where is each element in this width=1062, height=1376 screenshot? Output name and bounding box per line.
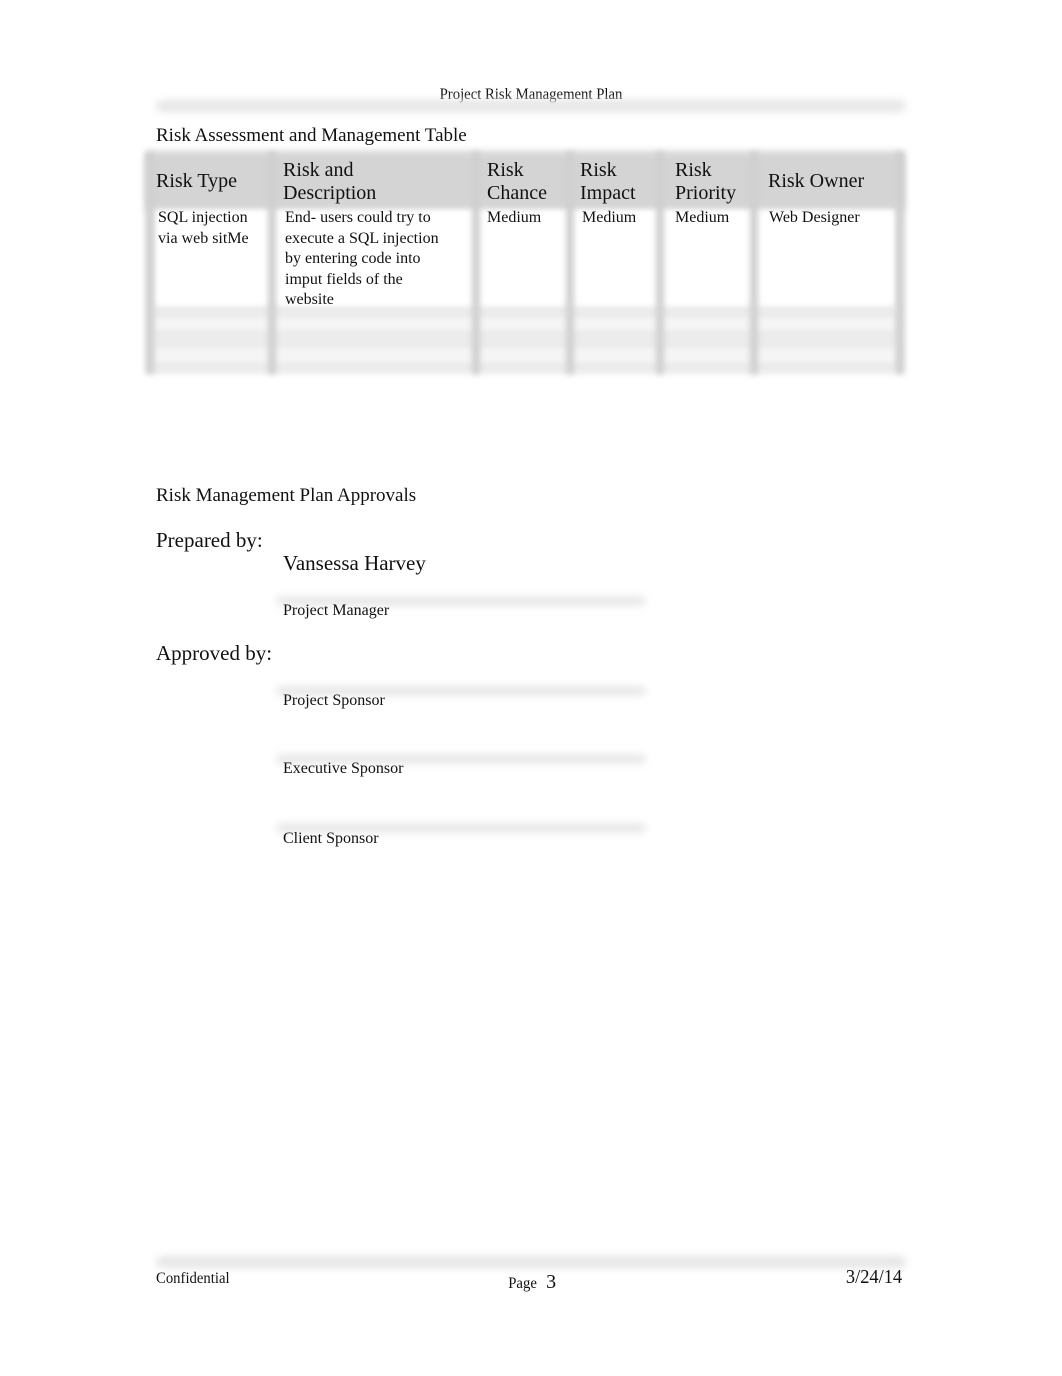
table-grid-line	[472, 152, 480, 374]
cell-owner: Web Designer	[769, 209, 860, 226]
column-header-risk-priority: Risk Priority	[675, 159, 736, 205]
header-text: Risk Owner	[768, 170, 865, 192]
approvals-title: Risk Management Plan Approvals	[156, 485, 417, 506]
signatory-role: Project Sponsor	[283, 692, 385, 709]
header-text: Risk	[487, 159, 524, 181]
cell-priority: Medium	[675, 209, 730, 226]
column-header-risk-impact: Risk Impact	[580, 159, 636, 205]
column-header-risk-owner: Risk Owner	[768, 170, 864, 193]
signatory-role: Client Sponsor	[283, 830, 379, 847]
table-grid-line	[656, 152, 664, 374]
cell-chance: Medium	[487, 209, 542, 226]
cell-text: website	[285, 291, 334, 308]
table-empty-row-bg	[154, 318, 896, 330]
table-grid-line	[566, 152, 574, 374]
risk-table-title: Risk Assessment and Management Table	[156, 125, 467, 146]
header-text: Impact	[580, 182, 636, 204]
cell-text: End- users could try to	[285, 209, 431, 226]
cell-text: via web sitMe	[158, 229, 249, 247]
cell-risk-type: SQL injection via web sitMe	[158, 208, 249, 249]
approved-by-label: Approved by:	[156, 641, 273, 665]
footer-rule	[156, 1256, 906, 1268]
prepared-by-role: Project Manager	[283, 602, 390, 619]
cell-text: SQL injection	[158, 209, 248, 226]
table-grid-line	[750, 152, 758, 374]
header-text: Description	[283, 182, 377, 204]
cell-text: imput fields of the	[285, 270, 403, 288]
prepared-by-label: Prepared by:	[156, 528, 263, 552]
page-number: 3	[546, 1271, 557, 1293]
table-grid-line	[268, 152, 276, 374]
column-header-risk-type: Risk Type	[156, 170, 237, 193]
header-text: Risk	[580, 159, 617, 181]
cell-impact: Medium	[582, 209, 637, 226]
signatory-role: Executive Sponsor	[283, 760, 404, 777]
cell-description: End- users could try to execute a SQL in…	[285, 208, 439, 311]
header-text: Chance	[487, 182, 547, 204]
footer-date: 3/24/14	[845, 1266, 902, 1288]
page-label: Page	[508, 1275, 537, 1292]
cell-text: execute a SQL injection	[285, 229, 439, 247]
document-page: { "header": { "title": "Project Risk Man…	[0, 0, 1062, 1376]
table-empty-row-bg	[154, 348, 896, 362]
header-text: Risk Type	[156, 170, 238, 192]
cell-text: by entering code into	[285, 250, 421, 267]
header-text: Priority	[675, 182, 737, 204]
column-header-risk-chance: Risk Chance	[487, 159, 547, 205]
footer-page-label: Page 3	[507, 1271, 556, 1294]
prepared-by-name: Vansessa Harvey	[283, 551, 426, 575]
header-rule	[156, 100, 906, 112]
header-text: Risk and	[283, 159, 354, 181]
header-text: Risk	[675, 159, 712, 181]
table-grid-line	[146, 152, 154, 374]
column-header-risk-description: Risk and Description	[283, 159, 376, 205]
footer-confidential: Confidential	[156, 1270, 230, 1287]
table-grid-line	[896, 152, 904, 374]
